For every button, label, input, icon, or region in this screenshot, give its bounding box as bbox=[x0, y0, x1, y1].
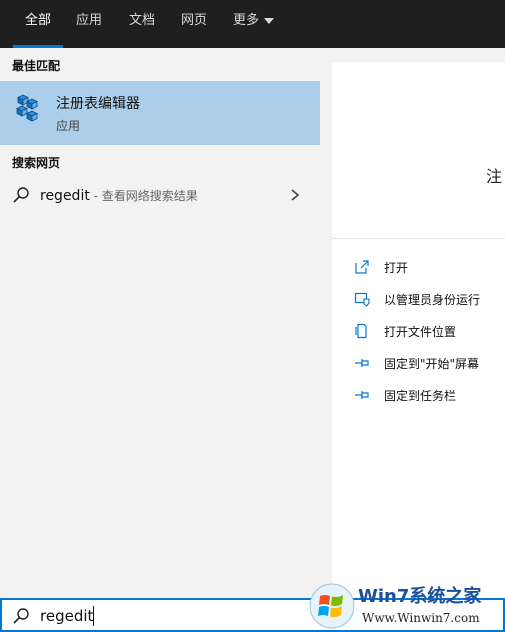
open-icon bbox=[355, 260, 369, 274]
registry-editor-icon bbox=[16, 94, 38, 122]
action-pin-to-start-label: 固定到"开始"屏幕 bbox=[384, 357, 480, 371]
web-search-query: regedit bbox=[40, 188, 90, 204]
chevron-down-icon bbox=[264, 17, 275, 24]
best-match-result[interactable]: 注册表编辑器 应用 bbox=[0, 81, 320, 145]
detail-title: 注 bbox=[486, 167, 503, 186]
tab-all[interactable]: 全部 bbox=[12, 0, 64, 48]
tab-documents[interactable]: 文档 bbox=[129, 0, 155, 48]
pin-icon bbox=[355, 391, 369, 399]
watermark-url: Www.Winwin7.com bbox=[362, 611, 480, 625]
web-search-text: regedit - 查看网络搜索结果 bbox=[40, 187, 198, 204]
web-search-header: 搜索网页 bbox=[12, 156, 61, 170]
action-pin-to-taskbar[interactable]: 固定到任务栏 bbox=[352, 385, 502, 405]
web-search-result[interactable]: regedit - 查看网络搜索结果 bbox=[0, 177, 320, 213]
windows-logo-icon bbox=[309, 583, 355, 629]
text-cursor bbox=[93, 606, 94, 626]
best-match-header: 最佳匹配 bbox=[12, 59, 61, 73]
watermark: Win7系统之家 Www.Winwin7.com bbox=[304, 578, 505, 632]
web-search-desc: - 查看网络搜索结果 bbox=[89, 189, 198, 203]
results-pane: 最佳匹配 注册表编辑器 应用 搜索网页 regedit - 查看网络搜索结果 bbox=[0, 48, 320, 598]
best-match-subtitle: 应用 bbox=[56, 119, 81, 133]
scope-tab-bar: 全部 应用 文档 网页 更多 bbox=[0, 0, 505, 48]
pin-icon bbox=[355, 359, 369, 367]
action-pin-to-start[interactable]: 固定到"开始"屏幕 bbox=[352, 353, 502, 373]
tab-web[interactable]: 网页 bbox=[181, 0, 207, 48]
search-input[interactable] bbox=[40, 604, 280, 628]
best-match-title: 注册表编辑器 bbox=[56, 96, 140, 112]
search-icon bbox=[13, 187, 29, 203]
tab-apps[interactable]: 应用 bbox=[76, 0, 102, 48]
chevron-right-icon[interactable] bbox=[289, 188, 301, 202]
action-open[interactable]: 打开 bbox=[352, 257, 502, 277]
tab-more[interactable]: 更多 bbox=[233, 0, 275, 48]
action-run-as-admin[interactable]: 以管理员身份运行 bbox=[352, 289, 502, 309]
watermark-text: Win7系统之家 bbox=[358, 586, 482, 607]
action-run-as-admin-label: 以管理员身份运行 bbox=[384, 293, 481, 307]
action-open-label: 打开 bbox=[384, 261, 409, 275]
tab-more-label: 更多 bbox=[233, 13, 260, 28]
action-open-file-location[interactable]: 打开文件位置 bbox=[352, 321, 502, 341]
detail-divider bbox=[332, 238, 505, 239]
action-pin-to-taskbar-label: 固定到任务栏 bbox=[384, 389, 457, 403]
file-location-icon bbox=[355, 323, 367, 339]
search-icon bbox=[13, 608, 29, 624]
run-as-admin-icon bbox=[354, 292, 370, 307]
action-open-file-location-label: 打开文件位置 bbox=[384, 325, 457, 339]
